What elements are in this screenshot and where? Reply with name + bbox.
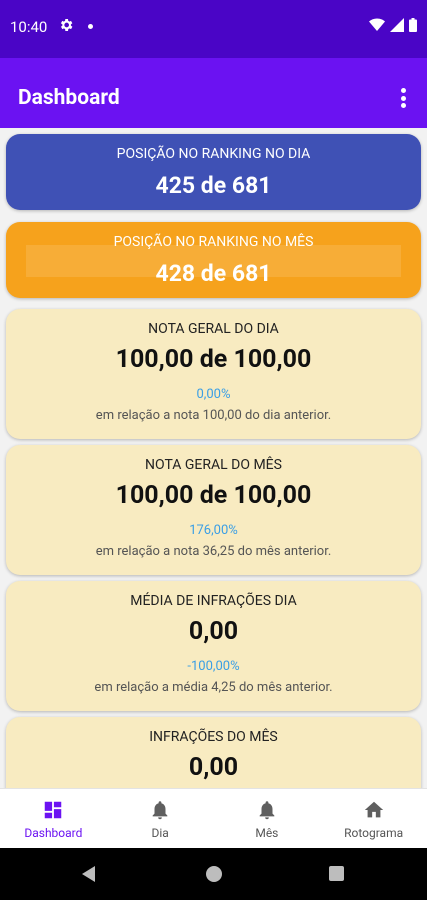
- battery-icon: [409, 18, 417, 32]
- ranking-month-card: POSIÇÃO NO RANKING NO MÊS 428 de 681: [6, 222, 421, 298]
- nav-item-rotograma[interactable]: Rotograma: [320, 789, 427, 848]
- more-vert-dot: [400, 103, 406, 108]
- daily-infractions-avg-note: em relação a média 4,25 do mês anterior.: [94, 680, 333, 695]
- monthly-score-card: NOTA GERAL DO MÊS 100,00 de 100,00 176,0…: [6, 445, 421, 575]
- ranking-month-value: 428 de 681: [155, 260, 272, 287]
- monthly-score-percent: 176,00%: [189, 523, 238, 538]
- status-time: 10:40: [10, 18, 48, 36]
- signal-icon: [390, 18, 404, 32]
- nav-item-mes[interactable]: Mês: [214, 789, 321, 848]
- home-circle-icon[interactable]: [206, 866, 222, 882]
- screen: 10:40 Dashboard POSIÇÃO NO RANKING NO DI…: [0, 0, 427, 900]
- nav-label-rotograma: Rotograma: [344, 826, 404, 840]
- monthly-infractions-card: INFRAÇÕES DO MÊS 0,00: [6, 717, 421, 788]
- back-icon[interactable]: [82, 866, 95, 882]
- daily-infractions-avg-card: MÉDIA DE INFRAÇÕES DIA 0,00 -100,00% em …: [6, 581, 421, 711]
- system-navigation-bar: [0, 848, 427, 900]
- ranking-month-label: POSIÇÃO NO RANKING NO MÊS: [113, 234, 314, 250]
- nav-label-mes: Mês: [255, 826, 279, 840]
- ranking-day-label: POSIÇÃO NO RANKING NO DIA: [116, 146, 311, 162]
- app-bar: Dashboard: [0, 58, 427, 128]
- daily-infractions-avg-value: 0,00: [188, 617, 239, 646]
- monthly-score-value: 100,00 de 100,00: [115, 481, 312, 510]
- recent-apps-icon[interactable]: [329, 866, 344, 881]
- nav-item-dia[interactable]: Dia: [107, 789, 214, 848]
- status-icons: [369, 18, 417, 32]
- dashboard-icon: [45, 801, 62, 819]
- bottom-navigation: Dashboard Dia Mês Rotograma: [0, 788, 427, 848]
- bell-icon: [259, 801, 275, 820]
- daily-score-note: em relação a nota 100,00 do dia anterior…: [95, 408, 332, 423]
- daily-score-percent: 0,00%: [196, 387, 231, 402]
- dashboard-content[interactable]: POSIÇÃO NO RANKING NO DIA 425 de 681 POS…: [0, 128, 427, 788]
- nav-item-dashboard[interactable]: Dashboard: [0, 789, 107, 848]
- monthly-score-label: NOTA GERAL DO MÊS: [145, 457, 282, 473]
- monthly-infractions-label: INFRAÇÕES DO MÊS: [149, 729, 278, 745]
- nav-label-dia: Dia: [151, 826, 169, 840]
- settings-gear-icon: [60, 19, 73, 31]
- daily-score-value: 100,00 de 100,00: [115, 345, 312, 374]
- overflow-menu-button[interactable]: [393, 86, 413, 110]
- page-title: Dashboard: [18, 86, 120, 110]
- status-bar: 10:40: [0, 0, 427, 58]
- ranking-day-card: POSIÇÃO NO RANKING NO DIA 425 de 681: [6, 134, 421, 210]
- ranking-day-value: 425 de 681: [155, 172, 272, 199]
- daily-score-card: NOTA GERAL DO DIA 100,00 de 100,00 0,00%…: [6, 309, 421, 439]
- wifi-icon: [369, 18, 385, 31]
- daily-infractions-avg-percent: -100,00%: [187, 659, 240, 674]
- monthly-score-note: em relação a nota 36,25 do mês anterior.: [95, 544, 332, 559]
- daily-infractions-avg-label: MÉDIA DE INFRAÇÕES DIA: [130, 593, 297, 609]
- home-icon: [364, 801, 383, 818]
- bell-icon: [152, 801, 168, 820]
- nav-label-dashboard: Dashboard: [24, 826, 83, 840]
- more-vert-dot: [400, 95, 406, 101]
- daily-score-label: NOTA GERAL DO DIA: [148, 321, 279, 337]
- monthly-infractions-value: 0,00: [188, 753, 239, 782]
- more-vert-icon: [400, 88, 406, 93]
- notification-dot-icon: [88, 24, 93, 29]
